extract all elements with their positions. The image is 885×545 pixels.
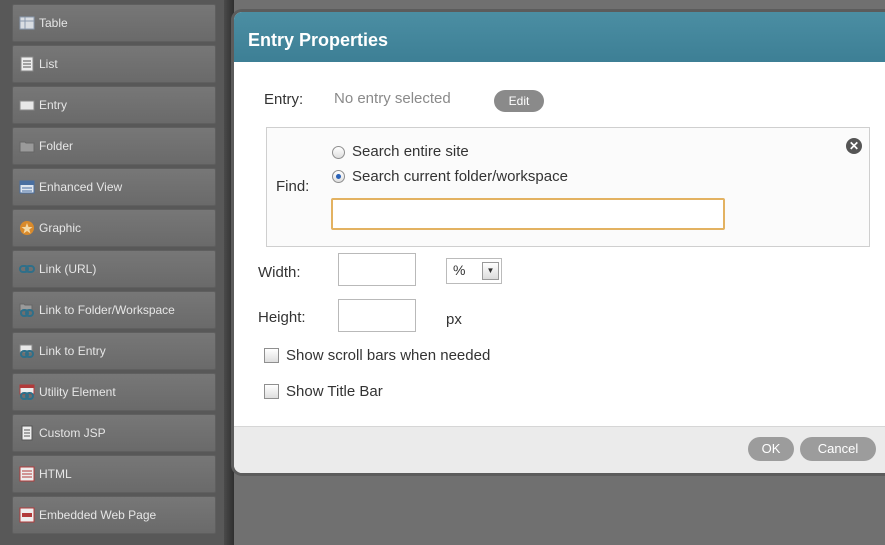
width-unit-value: %: [453, 262, 466, 278]
palette-item-label: Table: [39, 16, 68, 30]
palette-item-label: Enhanced View: [39, 180, 123, 194]
palette-item-label: Utility Element: [39, 385, 116, 399]
dialog-title[interactable]: Entry Properties: [234, 12, 885, 62]
palette-item-html[interactable]: HTML: [12, 455, 216, 493]
radio-search-folder-label: Search current folder/workspace: [352, 168, 568, 185]
folder-icon: [19, 138, 35, 154]
palette-item-link-folder[interactable]: Link to Folder/Workspace: [12, 291, 216, 329]
palette-item-entry[interactable]: Entry: [12, 86, 216, 124]
entry-value: No entry selected: [334, 90, 451, 107]
chevron-down-icon[interactable]: ▼: [482, 262, 499, 280]
entry-label: Entry:: [264, 91, 304, 108]
list-icon: [19, 56, 35, 72]
search-input[interactable]: [331, 198, 725, 230]
palette-item-folder[interactable]: Folder: [12, 127, 216, 165]
scrollbars-label: Show scroll bars when needed: [286, 347, 491, 364]
splitter: [224, 0, 234, 545]
palette-item-link-entry[interactable]: Link to Entry: [12, 332, 216, 370]
radio-search-site[interactable]: [332, 146, 345, 159]
close-icon[interactable]: ✕: [846, 138, 862, 154]
radio-search-site-label: Search entire site: [352, 143, 469, 160]
dialog-body: Entry: No entry selected Edit ✕ Search e…: [234, 62, 885, 426]
palette-item-link-url[interactable]: Link (URL): [12, 250, 216, 288]
palette-item-label: Link (URL): [39, 262, 97, 276]
utility-icon: [19, 384, 35, 400]
palette-item-custom-jsp[interactable]: Custom JSP: [12, 414, 216, 452]
palette-item-table[interactable]: Table: [12, 4, 216, 42]
width-input[interactable]: [338, 253, 416, 286]
html-icon: [19, 466, 35, 482]
link-icon: [19, 261, 35, 277]
palette-item-graphic[interactable]: Graphic: [12, 209, 216, 247]
link-folder-icon: [19, 302, 35, 318]
edit-button[interactable]: Edit: [494, 90, 544, 112]
palette-item-label: Folder: [39, 139, 74, 153]
enhanced-view-icon: [19, 179, 35, 195]
palette-item-label: HTML: [39, 467, 72, 481]
radio-search-folder[interactable]: [332, 170, 345, 183]
element-palette: Table List Entry Folder Enhanced View Gr…: [0, 0, 232, 545]
cancel-button[interactable]: Cancel: [800, 437, 876, 461]
graphic-icon: [19, 220, 35, 236]
link-entry-icon: [19, 343, 35, 359]
palette-item-label: Entry: [39, 98, 68, 112]
palette-item-label: Link to Folder/Workspace: [39, 303, 175, 317]
jsp-icon: [19, 425, 35, 441]
palette-item-utility-element[interactable]: Utility Element: [12, 373, 216, 411]
table-icon: [19, 15, 35, 31]
palette-item-list[interactable]: List: [12, 45, 216, 83]
scrollbars-checkbox[interactable]: [264, 348, 279, 363]
palette-item-embedded-web-page[interactable]: Embedded Web Page: [12, 496, 216, 534]
palette-item-label: Link to Entry: [39, 344, 106, 358]
titlebar-label: Show Title Bar: [286, 383, 383, 400]
entry-properties-dialog: Entry Properties Entry: No entry selecte…: [234, 12, 885, 473]
web-page-icon: [19, 507, 35, 523]
palette-item-enhanced-view[interactable]: Enhanced View: [12, 168, 216, 206]
entry-icon: [19, 97, 35, 113]
height-input[interactable]: [338, 299, 416, 332]
width-label: Width:: [258, 264, 301, 281]
find-label: Find:: [276, 178, 310, 195]
palette-item-label: Embedded Web Page: [39, 508, 157, 522]
ok-button[interactable]: OK: [748, 437, 794, 461]
palette-item-label: Graphic: [39, 221, 82, 235]
palette-item-label: Custom JSP: [39, 426, 106, 440]
width-unit-select[interactable]: % ▼: [446, 258, 502, 284]
titlebar-checkbox[interactable]: [264, 384, 279, 399]
height-label: Height:: [258, 309, 306, 326]
palette-item-label: List: [39, 57, 58, 71]
dialog-footer: OK Cancel: [234, 426, 885, 473]
height-unit: px: [446, 311, 462, 328]
